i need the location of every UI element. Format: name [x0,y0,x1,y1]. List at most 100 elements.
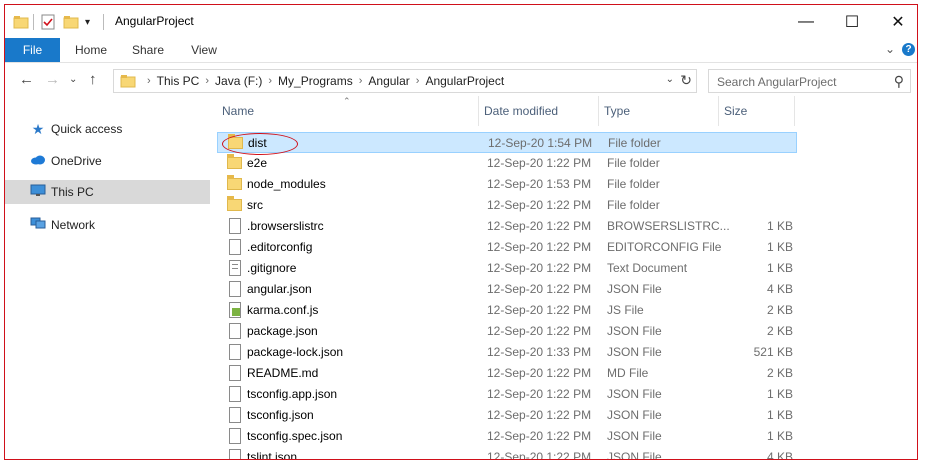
file-name: tsconfig.json [247,408,314,422]
file-name: e2e [247,156,268,170]
file-row[interactable]: tsconfig.spec.json 12-Sep-20 1:22 PM JSON … [217,426,797,447]
sidebar-item-this-pc[interactable]: This PC [5,180,210,204]
crumb-this-pc[interactable]: This PC [154,74,203,88]
file-name: karma.conf.js [247,303,319,317]
properties-icon[interactable] [41,13,55,31]
file-size: 1 KB [766,408,793,422]
crumb-java-drive[interactable]: Java (F:) [212,74,265,88]
chevron-right-icon[interactable]: › [356,75,366,87]
sidebar-item-quick-access[interactable]: ★ Quick access [5,117,210,141]
folder-row[interactable]: node_modules 12-Sep-20 1:53 PM File folder [217,174,797,195]
recent-locations-icon[interactable]: ⌄ [69,74,77,85]
close-button[interactable]: ✕ [875,5,917,38]
help-icon[interactable]: ? [902,43,915,56]
file-date: 12-Sep-20 1:22 PM [487,450,592,460]
file-type: File folder [607,177,660,191]
file-row[interactable]: karma.conf.js 12-Sep-20 1:22 PM JS File 2 K… [217,300,797,321]
address-bar[interactable]: › This PC › Java (F:) › My_Programs › An… [113,69,697,93]
file-row[interactable]: README.md 12-Sep-20 1:22 PM MD File 2 KB [217,363,797,384]
title-bar: ▾ AngularProject — ☐ ✕ [5,5,917,38]
file-size: 2 KB [766,324,793,338]
file-icon [229,365,241,381]
file-icon [229,323,241,339]
sidebar-item-label: This PC [51,185,94,199]
expand-ribbon-icon[interactable]: ⌄ [885,42,895,56]
sidebar-item-label: Quick access [51,122,123,136]
file-size: 1 KB [766,387,793,401]
new-folder-icon[interactable] [63,13,79,31]
file-row[interactable]: tsconfig.app.json 12-Sep-20 1:22 PM JSON F… [217,384,797,405]
tab-share[interactable]: Share [123,38,173,62]
star-icon: ★ [31,120,45,137]
crumb-my-programs[interactable]: My_Programs [275,74,356,88]
folder-icon [120,75,136,88]
file-name: .editorconfig [247,240,313,254]
file-date: 12-Sep-20 1:22 PM [487,282,592,296]
minimize-button[interactable]: — [783,5,829,38]
file-type: EDITORCONFIG File [607,240,722,254]
chevron-down-icon[interactable]: ⌄ [666,74,674,85]
file-row[interactable]: tsconfig.json 12-Sep-20 1:22 PM JSON File 1… [217,405,797,426]
file-date: 12-Sep-20 1:22 PM [487,324,592,338]
file-row[interactable]: .editorconfig 12-Sep-20 1:22 PM EDITORCONF… [217,237,797,258]
file-row[interactable]: angular.json 12-Sep-20 1:22 PM JSON File 4 … [217,279,797,300]
forward-icon[interactable]: → [45,71,60,88]
folder-row[interactable]: dist 12-Sep-20 1:54 PM File folder [217,132,797,155]
folder-icon [13,13,29,31]
chevron-right-icon[interactable]: › [265,75,275,87]
file-type: JSON File [607,324,662,338]
chevron-right-icon[interactable]: › [413,75,423,87]
file-type: File folder [607,198,660,212]
file-size: 4 KB [766,282,793,296]
file-size: 521 KB [753,345,793,359]
file-date: 12-Sep-20 1:54 PM [488,136,593,150]
column-header-type[interactable]: Type [599,96,719,126]
tab-view[interactable]: View [181,38,227,62]
chevron-right-icon[interactable]: › [144,75,154,87]
search-input[interactable]: Search AngularProject ⚲ [708,69,911,93]
back-icon[interactable]: ← [19,71,34,88]
file-row[interactable]: tslint.json 12-Sep-20 1:22 PM JSON File 4 K… [217,447,797,460]
refresh-icon[interactable]: ↻ [680,72,692,89]
sidebar-item-label: Network [51,218,96,232]
file-name: package.json [247,324,318,338]
js-file-icon [229,302,241,318]
maximize-button[interactable]: ☐ [829,5,875,38]
crumb-angular[interactable]: Angular [365,74,412,88]
up-icon[interactable]: ↑ [89,71,97,88]
file-size: 2 KB [766,303,793,317]
file-name: package-lock.json [247,345,344,359]
file-type: File folder [608,136,661,150]
file-date: 12-Sep-20 1:33 PM [487,345,592,359]
explorer-window: ▾ AngularProject — ☐ ✕ File Home Share V… [4,4,918,460]
tab-home[interactable]: Home [67,38,115,62]
customize-toolbar-icon[interactable]: ▾ [85,13,90,31]
column-header-size[interactable]: Size [719,96,795,126]
file-name: angular.json [247,282,312,296]
file-row[interactable]: .gitignore 12-Sep-20 1:22 PM Text Document… [217,258,797,279]
file-date: 12-Sep-20 1:22 PM [487,261,592,275]
file-row[interactable]: .browserslistrc 12-Sep-20 1:22 PM BROWSERS… [217,216,797,237]
navigation-pane: ★ Quick access OneDrive This PC Network [5,96,210,459]
network-icon [29,217,47,233]
sidebar-item-network[interactable]: Network [5,213,210,237]
file-type: MD File [607,366,649,380]
crumb-angular-project[interactable]: AngularProject [422,74,507,88]
column-header-name[interactable]: Name [217,96,479,126]
column-header-date[interactable]: Date modified [479,96,599,126]
file-size: 4 KB [766,450,793,460]
file-date: 12-Sep-20 1:22 PM [487,219,592,233]
folder-row[interactable]: src 12-Sep-20 1:22 PM File folder [217,195,797,216]
file-date: 12-Sep-20 1:22 PM [487,198,592,212]
file-type: JS File [607,303,644,317]
tab-file[interactable]: File [5,38,60,62]
sidebar-item-onedrive[interactable]: OneDrive [5,149,210,173]
file-row[interactable]: package.json 12-Sep-20 1:22 PM JSON File 2 … [217,321,797,342]
file-type: Text Document [607,261,688,275]
file-name: .browserslistrc [247,219,324,233]
file-name: src [247,198,263,212]
text-file-icon [229,260,241,276]
file-row[interactable]: package-lock.json 12-Sep-20 1:33 PM JSON F… [217,342,797,363]
folder-row[interactable]: e2e 12-Sep-20 1:22 PM File folder [217,153,797,174]
chevron-right-icon[interactable]: › [202,75,212,87]
